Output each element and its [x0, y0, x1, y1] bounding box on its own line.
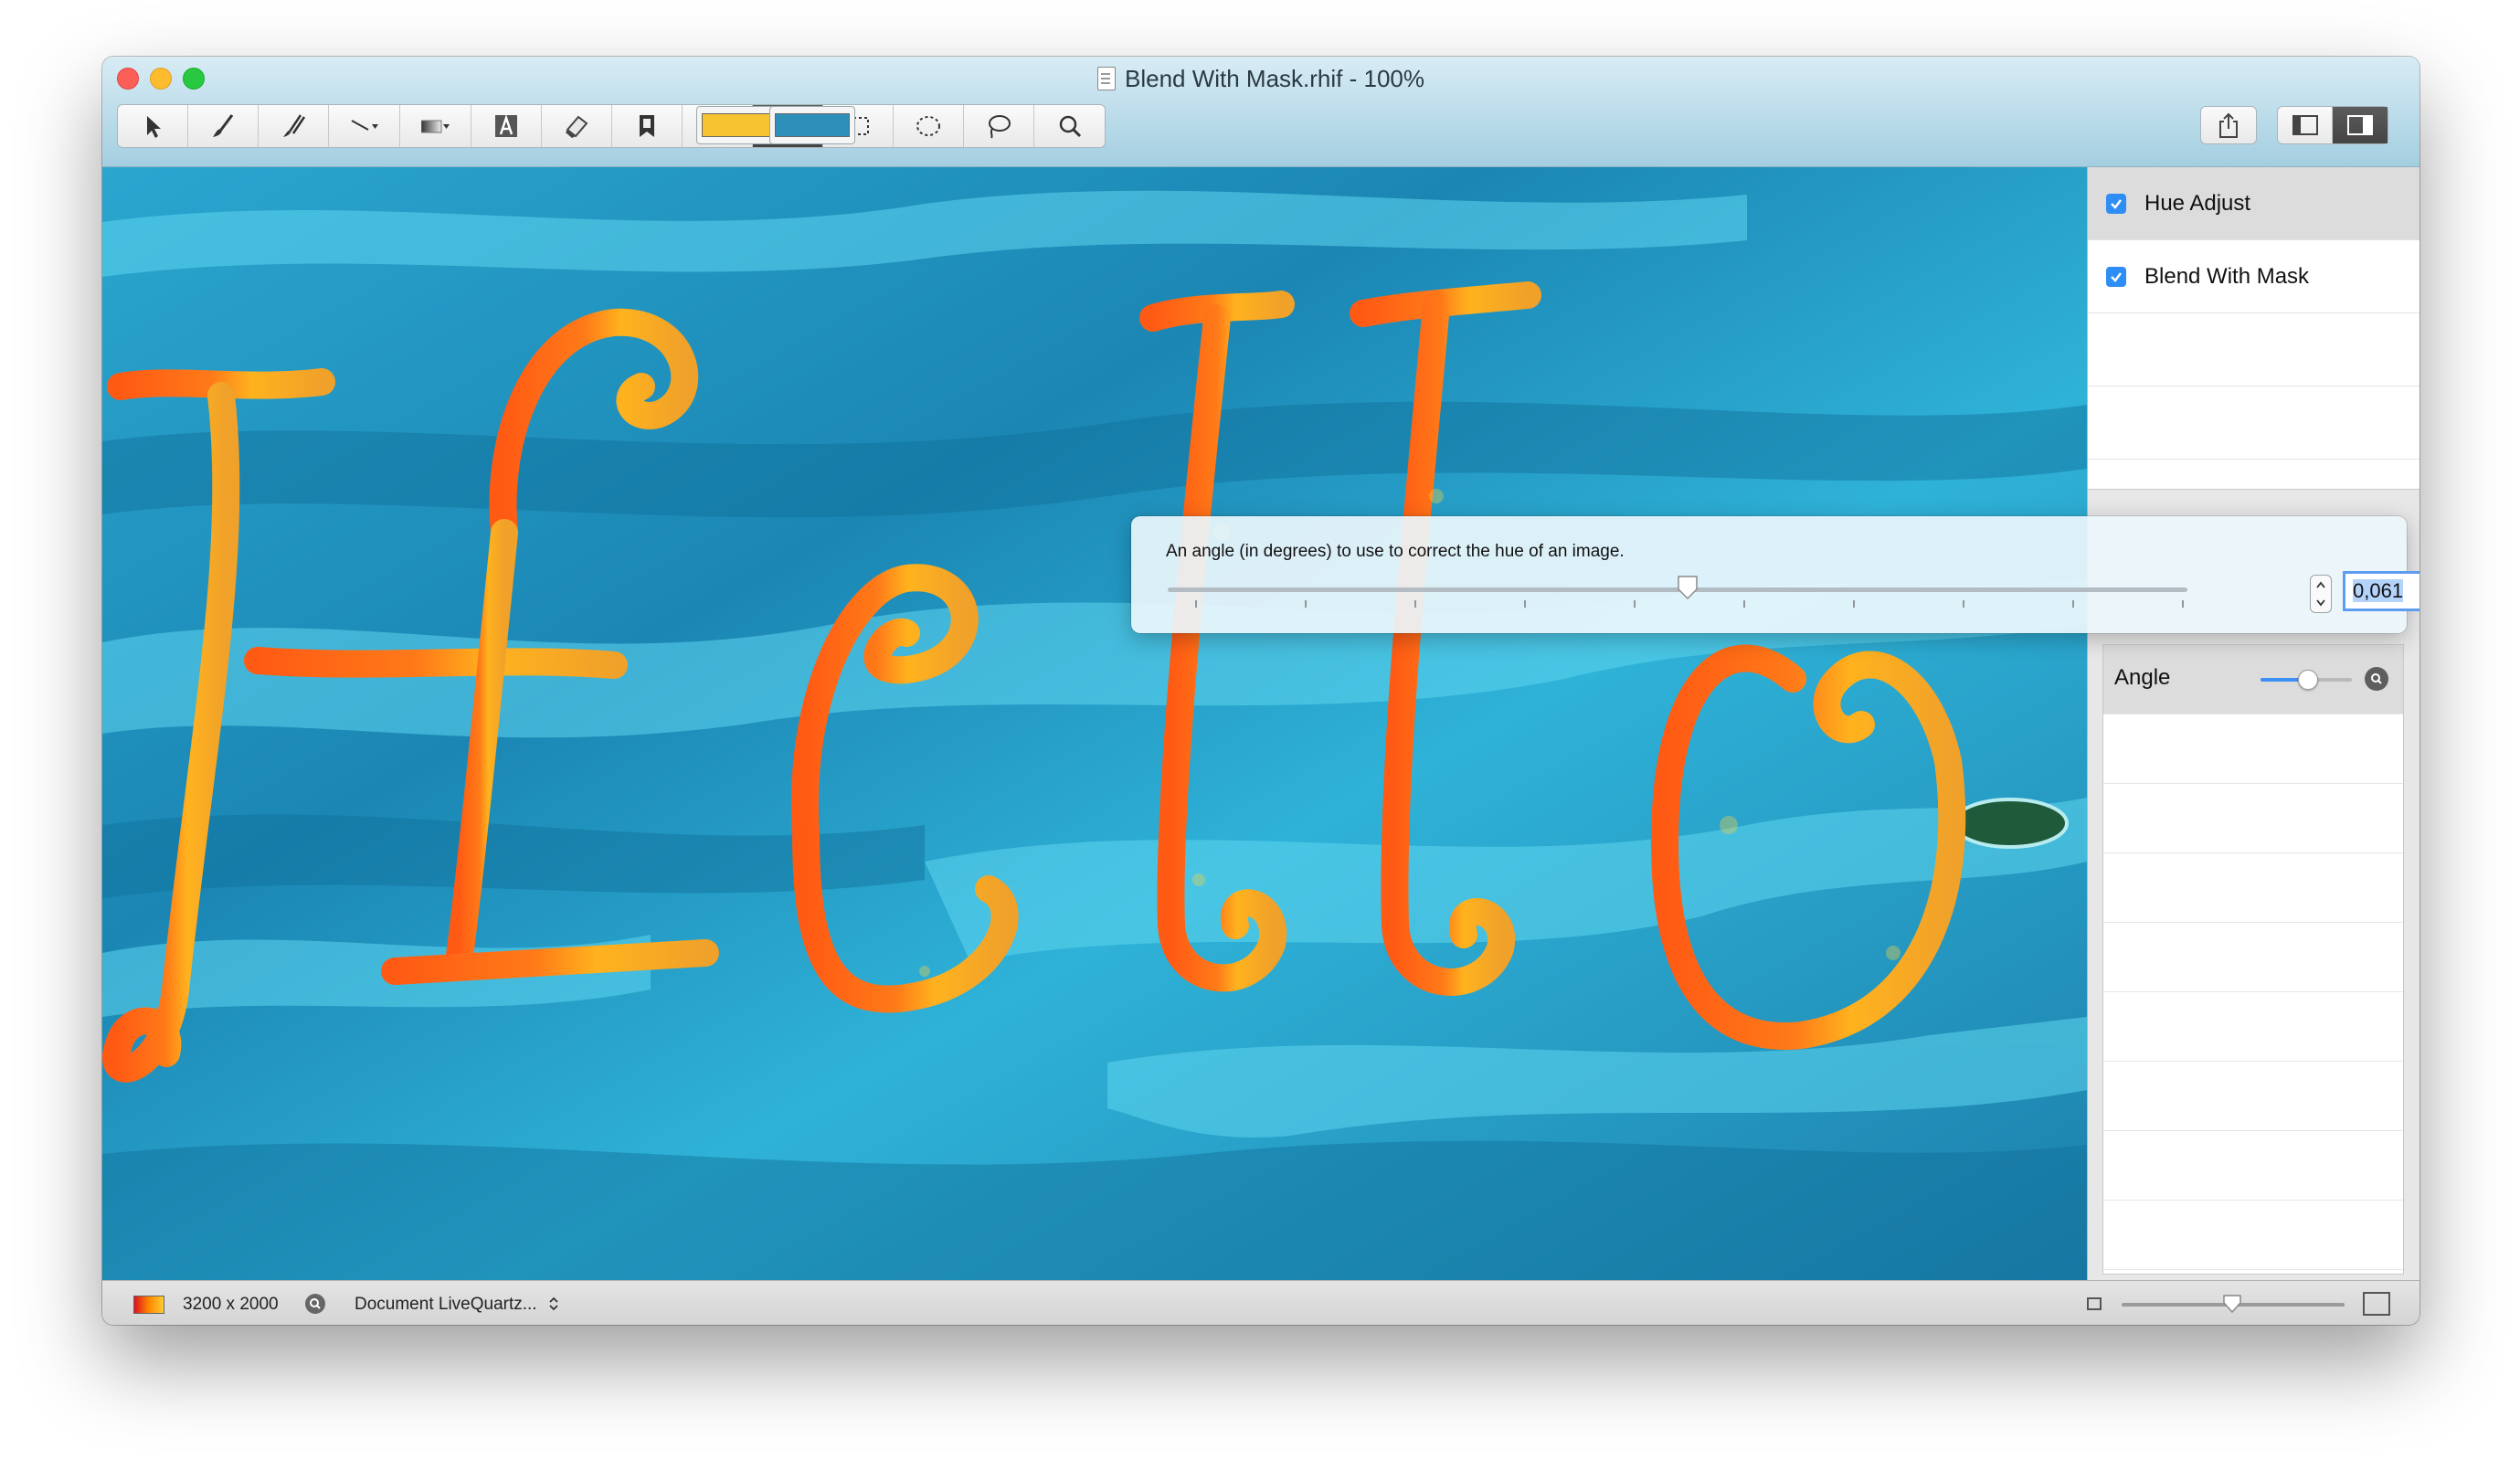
chevron-up-icon[interactable] — [2315, 580, 2326, 589]
angle-label: Angle — [2114, 665, 2171, 690]
lasso-tool[interactable] — [964, 105, 1034, 147]
empty-param-row — [2103, 784, 2403, 853]
share-button-group — [2200, 106, 2257, 144]
status-bar: 3200 x 2000 Document LiveQuartz... — [102, 1280, 2419, 1325]
empty-param-row — [2103, 714, 2403, 784]
param-row-angle[interactable]: Angle — [2103, 645, 2403, 714]
ellipse-select-tool[interactable] — [894, 105, 964, 147]
info-button[interactable] — [305, 1294, 325, 1314]
empty-param-row — [2103, 1131, 2403, 1201]
multi-brush-tool[interactable] — [259, 105, 329, 147]
line-icon — [351, 120, 378, 131]
brush-tool[interactable] — [188, 105, 259, 147]
toggle-right-panel-button[interactable] — [2333, 107, 2388, 143]
document-mode-label: Document LiveQuartz... — [355, 1295, 537, 1314]
primary-color-chip — [702, 113, 777, 137]
layer-label: Hue Adjust — [2144, 190, 2251, 216]
window-title: Blend With Mask.rhif - 100% — [1124, 65, 1424, 92]
slider-tick — [1305, 600, 1307, 608]
slider-tick — [1853, 600, 1855, 608]
share-button[interactable] — [2201, 107, 2256, 143]
tool-palette — [117, 104, 1106, 148]
zoom-icon — [1059, 115, 1081, 138]
up-down-chevron-icon — [549, 1296, 558, 1311]
checkmark-icon — [2111, 271, 2122, 282]
stamp-tool[interactable] — [612, 105, 683, 147]
hue-adjust-checkbox[interactable] — [2106, 193, 2126, 214]
large-image-icon — [2363, 1292, 2390, 1316]
checkmark-icon — [2111, 198, 2122, 209]
lasso-icon — [989, 115, 1011, 139]
empty-param-row — [2103, 1201, 2403, 1270]
blend-with-mask-checkbox[interactable] — [2106, 266, 2126, 287]
titlebar: Blend With Mask.rhif - 100% — [102, 57, 2419, 167]
filter-layer-list: Hue Adjust Blend With Mask — [2088, 167, 2419, 490]
filters-panel: Hue Adjust Blend With Mask Angle — [2087, 167, 2419, 1280]
multi-brush-icon — [283, 114, 306, 137]
angle-stepper[interactable] — [2310, 575, 2332, 613]
slider-tick — [1524, 600, 1526, 608]
layer-label: Blend With Mask — [2144, 263, 2310, 289]
slider-tick — [1743, 600, 1745, 608]
text-icon — [495, 114, 517, 137]
slider-tick — [2182, 600, 2184, 608]
empty-layer-row — [2088, 386, 2419, 460]
angle-mini-slider[interactable] — [2261, 670, 2352, 690]
small-image-icon — [2087, 1297, 2102, 1310]
document-icon — [1096, 67, 1116, 90]
empty-param-row — [2103, 853, 2403, 923]
left-sidebar-icon — [2292, 115, 2318, 135]
ellipse-select-icon — [916, 116, 940, 136]
slider-tick — [1634, 600, 1636, 608]
layer-row-hue-adjust[interactable]: Hue Adjust — [2088, 167, 2419, 240]
angle-detail-button[interactable] — [2365, 667, 2388, 691]
slider-tick — [1963, 600, 1964, 608]
image-dimensions: 3200 x 2000 — [183, 1295, 279, 1314]
secondary-color-chip — [775, 113, 850, 137]
select-arrow-icon — [147, 116, 161, 138]
angle-mini-slider-knob[interactable] — [2298, 670, 2318, 690]
empty-param-row — [2103, 1062, 2403, 1131]
magnifier-icon — [310, 1298, 321, 1309]
window-title-area: Blend With Mask.rhif - 100% — [102, 64, 2419, 93]
select-tool[interactable] — [118, 105, 188, 147]
brush-icon — [213, 114, 234, 137]
secondary-color-swatch[interactable] — [769, 106, 855, 144]
stamp-icon — [640, 115, 654, 137]
empty-param-row — [2103, 992, 2403, 1062]
image-thumbnail — [133, 1296, 164, 1314]
app-window: Blend With Mask.rhif - 100% Hue Adjust B… — [102, 57, 2419, 1325]
slider-tick — [2072, 600, 2074, 608]
slider-tick — [1414, 600, 1416, 608]
angle-value: 0,061 — [2353, 579, 2404, 602]
angle-description: An angle (in degrees) to use to correct … — [1166, 542, 1625, 561]
right-sidebar-icon — [2347, 115, 2373, 135]
toggle-left-panel-button[interactable] — [2278, 107, 2333, 143]
view-toggle-group — [2277, 106, 2388, 144]
slider-tick — [1195, 600, 1197, 608]
empty-layer-row — [2088, 313, 2419, 386]
eraser-icon — [566, 115, 588, 138]
angle-popover: An angle (in degrees) to use to correct … — [1131, 516, 2419, 633]
empty-param-row — [2103, 923, 2403, 992]
line-tool[interactable] — [329, 105, 400, 147]
angle-slider-knob[interactable] — [1677, 575, 1699, 600]
ocean-image — [102, 167, 2087, 1280]
zoom-tool[interactable] — [1034, 105, 1105, 147]
document-mode-popup[interactable]: Document LiveQuartz... — [355, 1295, 560, 1315]
image-canvas[interactable] — [102, 167, 2087, 1280]
magnifier-icon — [2371, 673, 2382, 684]
layer-row-blend-with-mask[interactable]: Blend With Mask — [2088, 240, 2419, 313]
angle-value-field[interactable]: 0,061 — [2343, 571, 2419, 611]
share-icon — [2219, 112, 2238, 138]
eraser-tool[interactable] — [542, 105, 612, 147]
chevron-down-icon[interactable] — [2315, 598, 2326, 608]
zoom-slider-knob[interactable] — [2222, 1294, 2242, 1314]
gradient-icon — [420, 120, 450, 133]
gradient-tool[interactable] — [400, 105, 471, 147]
filter-parameter-list: Angle — [2102, 644, 2404, 1275]
text-tool[interactable] — [471, 105, 542, 147]
